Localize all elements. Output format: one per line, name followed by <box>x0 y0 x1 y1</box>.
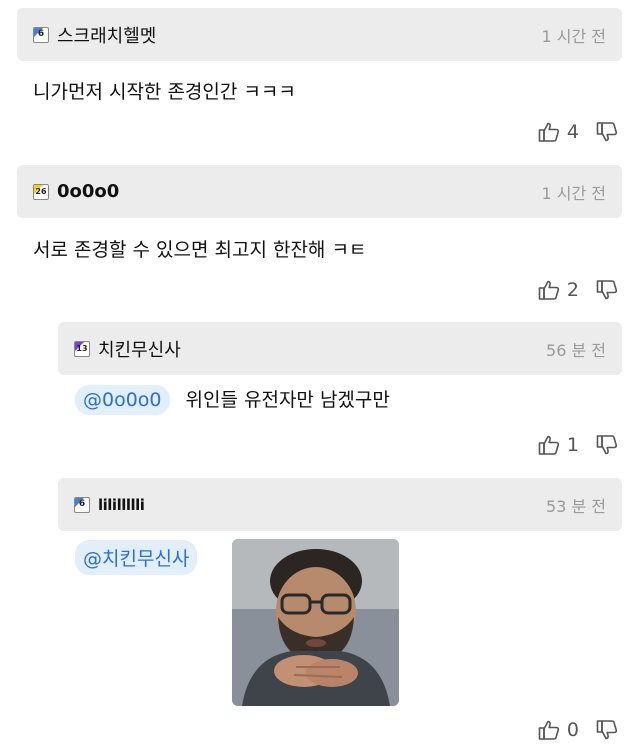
like-count: 0 <box>566 719 579 741</box>
man-photo-icon <box>232 539 399 706</box>
username[interactable]: 스크래치헬멧 <box>57 22 156 48</box>
thumbs-up-icon[interactable] <box>537 718 561 742</box>
level-badge-icon: 6 <box>74 496 90 513</box>
comment-text: 서로 존경할 수 있으면 최고지 한잔해 ㅋㅌ <box>33 239 367 261</box>
thumbs-up-icon[interactable] <box>537 433 561 457</box>
like-count: 2 <box>566 279 579 301</box>
like-count: 1 <box>566 434 579 456</box>
reply-text: 위인들 유전자만 남겠구만 <box>185 389 390 411</box>
vote-bar: 0 <box>537 715 619 745</box>
vote-bar: 1 <box>537 430 619 460</box>
thumbs-down-icon[interactable] <box>595 433 619 457</box>
comment-header: 13 치킨무신사 56 분 전 <box>58 322 622 375</box>
mention-tag[interactable]: @치킨무신사 <box>75 540 198 575</box>
thumbs-down-icon[interactable] <box>595 120 619 144</box>
timestamp: 53 분 전 <box>546 496 606 516</box>
thumbs-down-icon[interactable] <box>595 718 619 742</box>
vote-bar: 2 <box>537 275 619 305</box>
comment-header: 26 0o0o0 1 시간 전 <box>17 165 622 218</box>
like-count: 4 <box>566 121 579 143</box>
thumbs-up-icon[interactable] <box>537 278 561 302</box>
timestamp: 1 시간 전 <box>541 183 606 203</box>
level-badge-icon: 26 <box>33 183 49 200</box>
comment-text: 니가먼저 시작한 존경인간 ㅋㅋㅋ <box>33 81 296 103</box>
thumbs-up-icon[interactable] <box>537 120 561 144</box>
username[interactable]: 0o0o0 <box>57 181 119 202</box>
vote-bar: 4 <box>537 117 619 147</box>
level-badge-icon: 6 <box>33 26 49 43</box>
comment-header: 6 스크래치헬멧 1 시간 전 <box>17 8 622 61</box>
comment-text: @치킨무신사 <box>75 540 213 575</box>
username[interactable]: 치킨무신사 <box>98 336 181 362</box>
comment-header: 6 lilillllli 53 분 전 <box>58 478 622 531</box>
mention-tag[interactable]: @0o0o0 <box>75 385 170 415</box>
level-badge-icon: 13 <box>74 340 90 357</box>
thumbs-down-icon[interactable] <box>595 278 619 302</box>
username[interactable]: lilillllli <box>98 496 145 514</box>
timestamp: 56 분 전 <box>546 340 606 360</box>
comment-text: @0o0o0 위인들 유전자만 남겠구만 <box>75 385 390 415</box>
attached-image[interactable] <box>232 539 399 706</box>
timestamp: 1 시간 전 <box>541 26 606 46</box>
